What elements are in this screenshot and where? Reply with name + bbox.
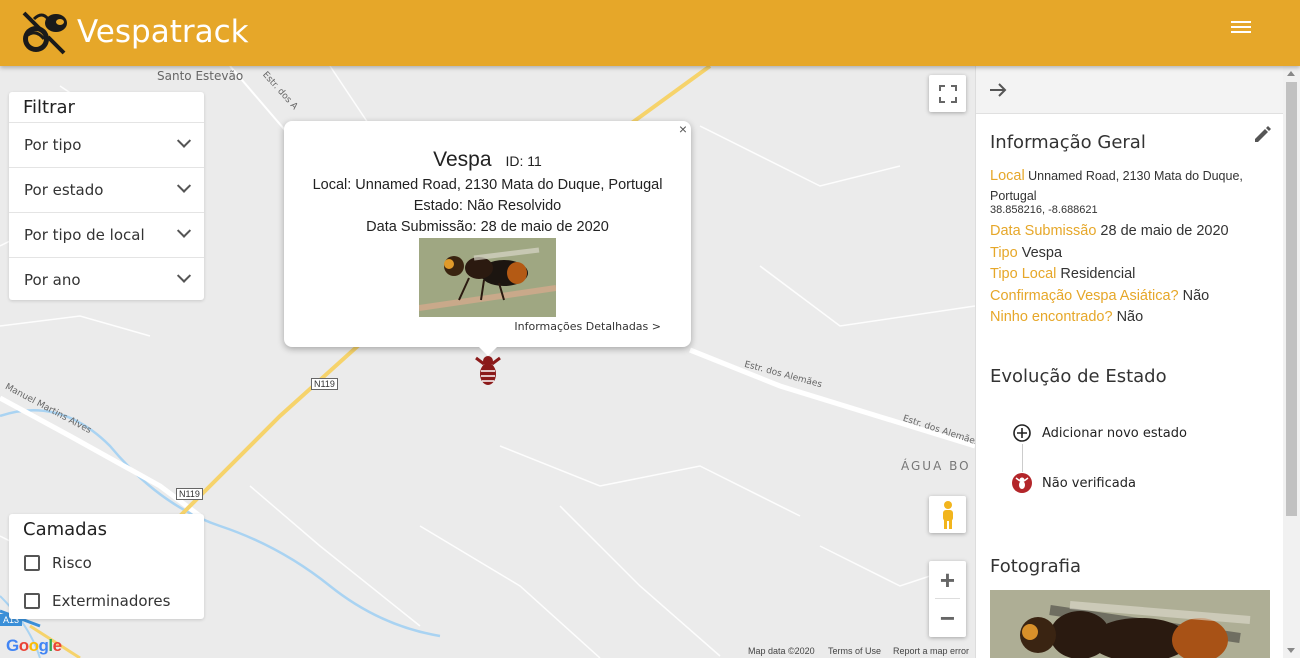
fullscreen-icon — [938, 84, 957, 103]
hornet-photo-large[interactable] — [990, 590, 1270, 658]
scroll-down-arrow-icon[interactable] — [1287, 648, 1295, 653]
pegman-icon — [942, 500, 953, 529]
filter-by-location-type[interactable]: Por tipo de local — [9, 212, 204, 257]
app-header: Vespatrack — [0, 0, 1300, 66]
local-label: Local — [990, 168, 1025, 184]
app-title[interactable]: Vespatrack — [77, 14, 249, 50]
road-shield-n119: N119 — [311, 378, 338, 390]
detail-side-panel: Informação Geral Local Unnamed Road, 213… — [975, 66, 1300, 658]
map-label-agua-bo: ÁGUA BO — [901, 459, 971, 473]
state-unverified-label: Não verificada — [1042, 475, 1136, 491]
location-type-label: Tipo Local — [990, 266, 1057, 282]
popup-title: Vespa ID: 11 — [284, 148, 691, 172]
add-state-label: Adicionar novo estado — [1042, 425, 1187, 441]
date-label: Data Submissão — [990, 223, 1097, 239]
nest-found-value: Não — [1116, 309, 1144, 325]
side-panel-scrollbar[interactable] — [1283, 66, 1300, 658]
state-unverified: Não verificada — [1012, 473, 1136, 493]
wasp-logo-icon[interactable] — [20, 9, 70, 57]
timeline-connector — [1022, 444, 1023, 472]
close-icon[interactable]: × — [679, 121, 687, 137]
local-value: Unnamed Road, 2130 Mata do Duque, Portug… — [990, 169, 1243, 203]
layer-risk[interactable]: Risco — [9, 544, 204, 582]
filter-label: Por tipo de local — [24, 226, 145, 244]
filter-label: Por tipo — [24, 136, 82, 154]
popup-location: Local: Unnamed Road, 2130 Mata do Duque,… — [312, 177, 663, 193]
road-shield-n119-b: N119 — [176, 488, 203, 500]
popup-state: Estado: Não Resolvido — [413, 198, 562, 214]
side-panel-toolbar — [976, 66, 1300, 114]
type-label: Tipo — [990, 244, 1018, 261]
filter-by-state[interactable]: Por estado — [9, 167, 204, 212]
google-logo: Google — [6, 636, 62, 655]
zoom-out-button[interactable]: − — [929, 599, 966, 637]
checkbox[interactable] — [24, 593, 40, 609]
chevron-down-icon — [176, 223, 192, 238]
popup-date: Data Submissão: 28 de maio de 2020 — [366, 219, 609, 235]
asian-wasp-confirmation-label: Confirmação Vespa Asiática? — [990, 287, 1179, 304]
filter-by-type[interactable]: Por tipo — [9, 122, 204, 167]
scroll-up-arrow-icon[interactable] — [1287, 71, 1295, 76]
type-value: Vespa — [1021, 244, 1063, 261]
layer-label: Exterminadores — [52, 592, 171, 610]
hamburger-menu-icon[interactable] — [1231, 21, 1251, 37]
layer-label: Risco — [52, 554, 92, 572]
marker-info-popup: × Vespa ID: 11 Local: Unnamed Road, 2130 … — [284, 121, 691, 347]
chevron-down-icon — [176, 178, 192, 193]
popup-type: Vespa — [433, 148, 492, 171]
edit-pencil-icon[interactable] — [1253, 126, 1271, 144]
street-view-pegman-button[interactable] — [929, 496, 966, 533]
map-label-santo-estevao: Santo Estevão — [157, 69, 244, 83]
asian-wasp-confirmation-value: Não — [1182, 287, 1210, 304]
layer-exterminators[interactable]: Exterminadores — [9, 582, 204, 620]
state-evolution-title: Evolução de Estado — [990, 366, 1167, 387]
unverified-wasp-icon — [1012, 473, 1032, 493]
add-circle-icon — [1013, 424, 1031, 442]
detailed-info-link[interactable]: Informações Detalhadas > — [514, 320, 661, 333]
date-value: 28 de maio de 2020 — [1100, 223, 1229, 239]
checkbox[interactable] — [24, 555, 40, 571]
filter-title: Filtrar — [23, 97, 75, 118]
coordinates: 38.858216, -8.688621 — [990, 204, 1098, 216]
arrow-right-icon[interactable] — [989, 82, 1007, 98]
scroll-thumb[interactable] — [1286, 82, 1297, 516]
nest-found-label: Ninho encontrado? — [990, 309, 1113, 325]
general-info: Local Unnamed Road, 2130 Mata do Duque, … — [990, 166, 1260, 329]
hornet-marker-icon[interactable] — [472, 352, 504, 388]
filter-panel: Filtrar Por tipo Por estado Por tipo de … — [9, 92, 204, 300]
report-map-error-link[interactable]: Report a map error — [893, 646, 969, 656]
popup-id: ID: 11 — [505, 153, 542, 169]
terms-of-use-link[interactable]: Terms of Use — [828, 646, 881, 656]
zoom-controls: + − — [929, 561, 966, 637]
zoom-in-button[interactable]: + — [929, 561, 966, 599]
general-info-title: Informação Geral — [990, 132, 1146, 153]
photo-title: Fotografia — [990, 556, 1082, 577]
add-state-button[interactable]: Adicionar novo estado — [1012, 423, 1187, 443]
filter-label: Por ano — [24, 271, 81, 289]
location-type-value: Residencial — [1060, 266, 1136, 282]
chevron-down-icon — [176, 268, 192, 283]
map-data-credit: Map data ©2020 — [748, 646, 815, 656]
layers-panel: Camadas Risco Exterminadores — [9, 514, 204, 619]
hornet-photo — [419, 238, 556, 317]
fullscreen-button[interactable] — [929, 75, 966, 112]
chevron-down-icon — [176, 133, 192, 148]
layers-title: Camadas — [23, 519, 107, 540]
filter-by-year[interactable]: Por ano — [9, 257, 204, 302]
filter-label: Por estado — [24, 181, 104, 199]
